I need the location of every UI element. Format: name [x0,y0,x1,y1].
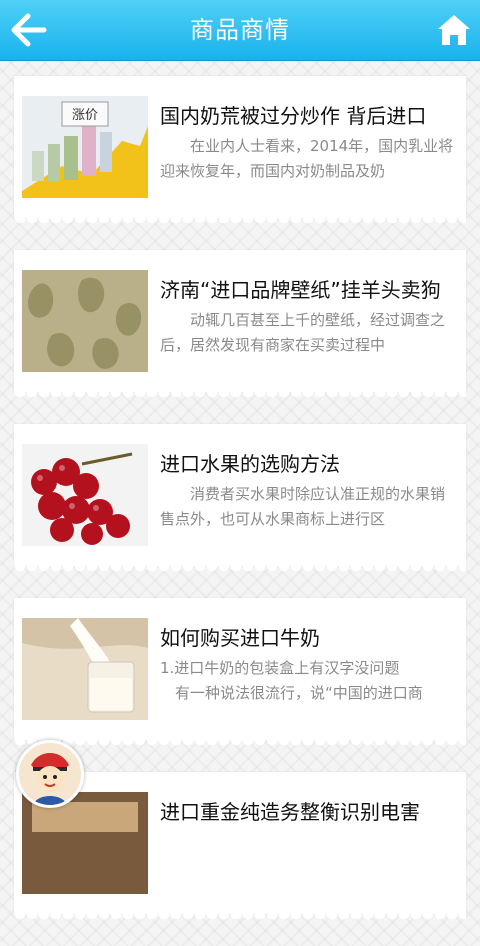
article-summary: 1.进口牛奶的包装盒上有汉字没问题 有一种说法很流行，说“中国的进口商 [160,656,456,706]
article-summary-line: 有一种说法很流行，说“中国的进口商 [175,684,423,702]
home-icon [438,15,470,45]
home-button[interactable] [436,12,472,48]
avatar-icon [19,743,81,805]
article-thumbnail [22,792,148,894]
article-card[interactable]: 涨价 国内奶荒被过分炒作 背后进口 在业内人士看来，2014年，国内乳业将迎来恢… [14,76,466,225]
article-list: 涨价 国内奶荒被过分炒作 背后进口 在业内人士看来，2014年，国内乳业将迎来恢… [14,76,466,946]
article-summary: 动辄几百甚至上千的壁纸，经过调查之后，居然发现有商家在买卖过程中 [160,311,446,354]
article-title: 进口水果的选购方法 [160,452,340,476]
article-summary: 在业内人士看来，2014年，国内乳业将迎来恢复年，而国内对奶制品及奶 [160,137,454,180]
app-header: 商品商情 [0,0,480,61]
page-title: 商品商情 [190,16,290,44]
article-card[interactable]: 进口重金纯造务整衡识别电害 [14,772,466,921]
article-title: 如何购买进口牛奶 [160,626,320,650]
article-card[interactable]: 如何购买进口牛奶 1.进口牛奶的包装盒上有汉字没问题 有一种说法很流行，说“中国… [14,598,466,747]
article-summary-line: 1.进口牛奶的包装盒上有汉字没问题 [160,659,400,677]
article-summary: 消费者买水果时除应认准正规的水果销售点外，也可从水果商标上进行区 [160,485,446,528]
article-title: 进口重金纯造务整衡识别电害 [160,800,420,824]
article-thumbnail [22,270,148,372]
article-thumbnail: 涨价 [22,96,148,198]
article-title: 济南“进口品牌壁纸”挂羊头卖狗 [160,278,441,302]
article-card[interactable]: 进口水果的选购方法 消费者买水果时除应认准正规的水果销售点外，也可从水果商标上进… [14,424,466,573]
assistant-avatar[interactable] [16,740,84,808]
article-card[interactable]: 济南“进口品牌壁纸”挂羊头卖狗 动辄几百甚至上千的壁纸，经过调查之后，居然发现有… [14,250,466,399]
article-thumbnail [22,618,148,720]
thumb-label: 涨价 [72,108,98,123]
article-title: 国内奶荒被过分炒作 背后进口 [160,104,427,128]
article-thumbnail [22,444,148,546]
